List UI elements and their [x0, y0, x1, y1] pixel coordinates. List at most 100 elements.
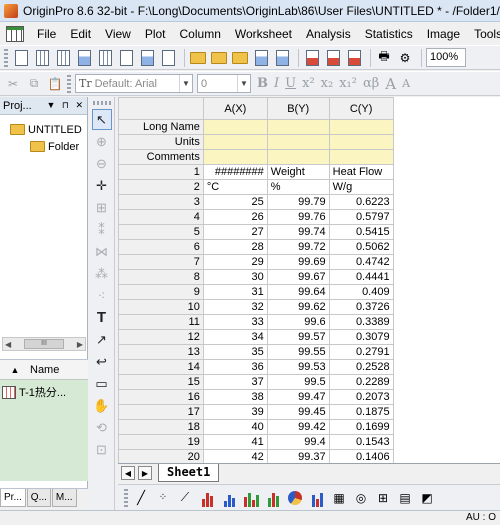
table-row[interactable]: 6 28 99.72 0.5062	[118, 239, 500, 255]
stacked-column-icon[interactable]	[242, 489, 260, 507]
units-cell[interactable]	[266, 134, 330, 150]
table-row[interactable]: 2 °C% W/g	[118, 179, 500, 195]
row-number[interactable]: 5	[118, 224, 204, 240]
row-number[interactable]: 4	[118, 209, 204, 225]
cell-col-c[interactable]: 0.1875	[328, 404, 394, 420]
duplicate-icon[interactable]: ⚙	[396, 49, 414, 67]
zoom-in-icon[interactable]: ⊕	[92, 131, 112, 152]
cell-col-c[interactable]: 0.1543	[328, 434, 394, 450]
draw-data-icon[interactable]: ⊡	[92, 439, 112, 460]
hand-icon[interactable]: ✋	[92, 395, 112, 416]
data-selector-icon[interactable]: ⋈	[92, 241, 112, 262]
subscript-button[interactable]: x₂	[321, 76, 334, 91]
comments-cell[interactable]	[266, 149, 330, 165]
row-number[interactable]: 9	[118, 284, 204, 300]
cell-col-b[interactable]: 99.76	[266, 209, 330, 225]
cell-col-a[interactable]: °C	[202, 179, 268, 195]
copy-icon[interactable]: ⧉	[25, 75, 43, 93]
cell-col-c[interactable]: 0.4742	[328, 254, 394, 270]
import-single-ascii-icon[interactable]	[303, 49, 321, 67]
table-row[interactable]: 19 41 99.4 0.1543	[118, 434, 500, 450]
arrow-tool-icon[interactable]: ↗	[92, 329, 112, 350]
scroll-left-icon[interactable]: ◀	[5, 340, 11, 349]
contour-plot-icon[interactable]: ◎	[352, 489, 370, 507]
cell-col-b[interactable]: 99.42	[266, 419, 330, 435]
table-row[interactable]: 18 40 99.42 0.1699	[118, 419, 500, 435]
cell-col-b[interactable]: 99.67	[266, 269, 330, 285]
cell-col-a[interactable]: 41	[202, 434, 268, 450]
rectangle-tool-icon[interactable]: ▭	[92, 373, 112, 394]
table-row[interactable]: 13 35 99.55 0.2791	[118, 344, 500, 360]
statistics-plot-icon[interactable]: ⊞	[374, 489, 392, 507]
cell-col-b[interactable]: 99.57	[266, 329, 330, 345]
table-row[interactable]: 3 25 99.79 0.6223	[118, 194, 500, 210]
cell-col-a[interactable]: 32	[202, 299, 268, 315]
menu-plot[interactable]: Plot	[138, 23, 173, 45]
new-graph-icon[interactable]	[75, 49, 93, 67]
list-item[interactable]: T-1热分...	[0, 380, 88, 404]
3d-plot-icon[interactable]: ▦	[330, 489, 348, 507]
cell-col-b[interactable]: 99.79	[266, 194, 330, 210]
name-column-header[interactable]: Name	[30, 364, 59, 376]
cell-col-c[interactable]: 0.5415	[328, 224, 394, 240]
open-excel-icon[interactable]	[210, 49, 228, 67]
long-name-cell[interactable]	[266, 119, 330, 135]
cut-icon[interactable]: ✂	[4, 75, 22, 93]
table-row[interactable]: 1 ######## Weight Heat Flow	[118, 164, 500, 180]
row-number[interactable]: 1	[118, 164, 204, 180]
row-number[interactable]: 20	[118, 449, 204, 463]
cell-col-a[interactable]: 30	[202, 269, 268, 285]
cell-col-b[interactable]: 99.72	[266, 239, 330, 255]
cell-col-c[interactable]: 0.1406	[328, 449, 394, 463]
row-number[interactable]: 8	[118, 269, 204, 285]
row-number[interactable]: 12	[118, 329, 204, 345]
tab-messages[interactable]: M...	[51, 489, 77, 507]
scroll-thumb[interactable]: III	[24, 339, 64, 349]
italic-button[interactable]: I	[274, 76, 279, 91]
cell-col-a[interactable]: 27	[202, 224, 268, 240]
pie-chart-icon[interactable]	[286, 489, 304, 507]
annotation-icon[interactable]: ⁑	[92, 219, 112, 240]
import-multiple-ascii-icon[interactable]	[324, 49, 342, 67]
line-symbol-icon[interactable]: ⟋	[176, 489, 194, 507]
zoom-combo[interactable]: 100%	[426, 48, 466, 67]
cell-col-b[interactable]: 99.4	[266, 434, 330, 450]
row-number[interactable]: 10	[118, 299, 204, 315]
new-layout-icon[interactable]	[138, 49, 156, 67]
cell-col-a[interactable]: 36	[202, 359, 268, 375]
table-row[interactable]: 7 29 99.69 0.4742	[118, 254, 500, 270]
multi-panel-icon[interactable]	[308, 489, 326, 507]
refresh-icon[interactable]: 🖶	[375, 49, 393, 67]
cell-col-b[interactable]: 99.62	[266, 299, 330, 315]
region-select-icon[interactable]: ⁂	[92, 263, 112, 284]
cell-col-c[interactable]: 0.1699	[328, 419, 394, 435]
comments-cell[interactable]	[202, 149, 268, 165]
long-name-cell[interactable]	[202, 119, 268, 135]
tab-quick-help[interactable]: Q...	[26, 489, 51, 507]
cell-col-c[interactable]: 0.2528	[328, 359, 394, 375]
scroll-right-icon[interactable]: ▶	[77, 340, 83, 349]
menu-worksheet[interactable]: Worksheet	[228, 23, 299, 45]
tree-item-folder[interactable]: Folder	[0, 138, 87, 155]
table-row[interactable]: 16 38 99.47 0.2073	[118, 389, 500, 405]
cell-col-b[interactable]: 99.5	[266, 374, 330, 390]
cell-col-a[interactable]: 39	[202, 404, 268, 420]
cell-col-c[interactable]: 0.3389	[328, 314, 394, 330]
new-workbook-icon[interactable]	[33, 49, 51, 67]
row-number[interactable]: 2	[118, 179, 204, 195]
specialized-plot-icon[interactable]: ◩	[418, 489, 436, 507]
cell-col-b[interactable]: 99.69	[266, 254, 330, 270]
row-number[interactable]: 19	[118, 434, 204, 450]
increase-font-button[interactable]: A	[385, 75, 396, 93]
table-row[interactable]: 8 30 99.67 0.4441	[118, 269, 500, 285]
worksheet-window-icon[interactable]	[6, 26, 24, 42]
cell-col-a[interactable]: 35	[202, 344, 268, 360]
cell-col-a[interactable]: 42	[202, 449, 268, 463]
table-row[interactable]: 15 37 99.5 0.2289	[118, 374, 500, 390]
toolbar-grip[interactable]	[4, 48, 8, 67]
column-plot-icon[interactable]	[198, 489, 216, 507]
cell-col-c[interactable]: 0.2073	[328, 389, 394, 405]
text-tool-icon[interactable]: T	[92, 307, 112, 328]
cell-col-c[interactable]: W/g	[328, 179, 394, 195]
decrease-font-button[interactable]: A	[402, 77, 410, 90]
